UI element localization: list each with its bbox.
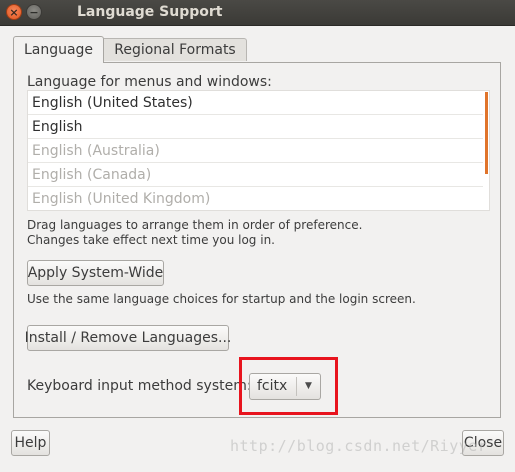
restart-hint-text: Changes take effect next time you log in… <box>27 233 275 247</box>
tab-regional-formats[interactable]: Regional Formats <box>104 38 247 61</box>
list-item[interactable]: English (Canada) <box>28 163 483 187</box>
list-item[interactable]: English <box>28 115 483 139</box>
list-item[interactable]: English (Australia) <box>28 139 483 163</box>
install-remove-languages-button[interactable]: Install / Remove Languages... <box>25 325 231 351</box>
chevron-down-icon: ▼ <box>305 381 312 391</box>
close-window-button[interactable]: × <box>6 4 22 20</box>
tab-language[interactable]: Language <box>13 36 104 63</box>
list-scrollbar[interactable] <box>485 92 488 174</box>
input-method-combobox[interactable]: fcitx ▼ <box>249 373 321 400</box>
language-list-heading: Language for menus and windows: <box>27 74 272 90</box>
window-title: Language Support <box>77 4 223 20</box>
apply-system-wide-button[interactable]: Apply System-Wide <box>27 260 164 286</box>
language-support-window: × − Language Support Language Regional F… <box>0 0 515 472</box>
list-item[interactable]: English (United States) <box>28 91 483 115</box>
input-method-value: fcitx <box>257 378 288 394</box>
list-item[interactable]: English (United Kingdom) <box>28 187 483 210</box>
help-button[interactable]: Help <box>11 430 50 456</box>
combobox-separator <box>296 377 297 396</box>
watermark-text: http://blog.csdn.net/Riyyer <box>230 437 488 455</box>
language-list[interactable]: English (United States) English English … <box>27 90 490 211</box>
title-bar: × − Language Support <box>0 0 515 26</box>
drag-hint-text: Drag languages to arrange them in order … <box>27 218 363 232</box>
minimize-window-button[interactable]: − <box>26 4 42 20</box>
apply-hint-text: Use the same language choices for startu… <box>27 292 416 306</box>
input-method-label: Keyboard input method system: <box>27 378 252 394</box>
